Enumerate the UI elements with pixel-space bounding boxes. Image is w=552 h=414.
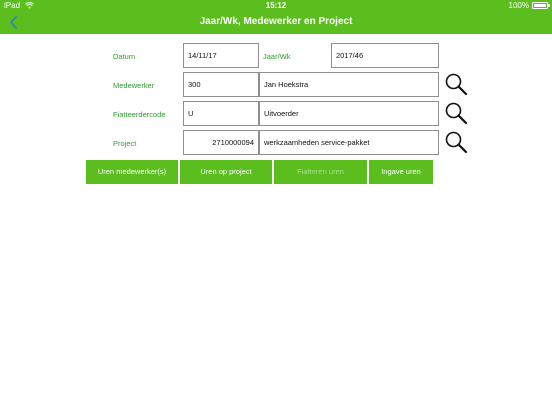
battery-percentage: 100% [508, 1, 529, 10]
fiatteerder-name-field: Uitvoerder [259, 101, 439, 126]
jaarwk-field[interactable]: 2017/46 [331, 43, 439, 68]
status-bar: iPad 15:12 100% [0, 0, 552, 11]
battery-status: 100% [508, 1, 550, 10]
project-search-icon[interactable] [444, 130, 468, 154]
clock: 15:12 [265, 1, 287, 10]
datum-field[interactable]: 14/11/17 [183, 43, 259, 68]
medewerker-name-field: Jan Hoekstra [259, 72, 439, 97]
project-name-field: werkzaamheden service-pakket [259, 130, 439, 155]
uren-medewerkers-button[interactable]: Uren medewerker(s) [86, 160, 179, 184]
ingave-uren-button[interactable]: Ingave uren [369, 160, 433, 184]
uren-op-project-button[interactable]: Uren op project [180, 160, 273, 184]
fiatteren-uren-button[interactable]: Fiatteren uren [274, 160, 368, 184]
fiatteerder-code-field[interactable]: U [183, 101, 259, 126]
navigation-bar: Jaar/Wk, Medewerker en Project [0, 11, 552, 34]
page-title: Jaar/Wk, Medewerker en Project [199, 16, 353, 27]
project-code-field[interactable]: 2710000094 [183, 130, 259, 155]
battery-icon [532, 2, 550, 9]
medewerker-search-icon[interactable] [444, 72, 468, 96]
jaarwk-label: Jaar/Wk [263, 52, 291, 61]
medewerker-label: Medewerker [113, 81, 155, 90]
project-label: Project [113, 139, 137, 148]
fiatteerder-label: Fiatteerdercode [113, 110, 166, 119]
datum-label: Datum [113, 52, 136, 61]
fiatteerder-search-icon[interactable] [444, 101, 468, 125]
medewerker-code-field[interactable]: 300 [183, 72, 259, 97]
